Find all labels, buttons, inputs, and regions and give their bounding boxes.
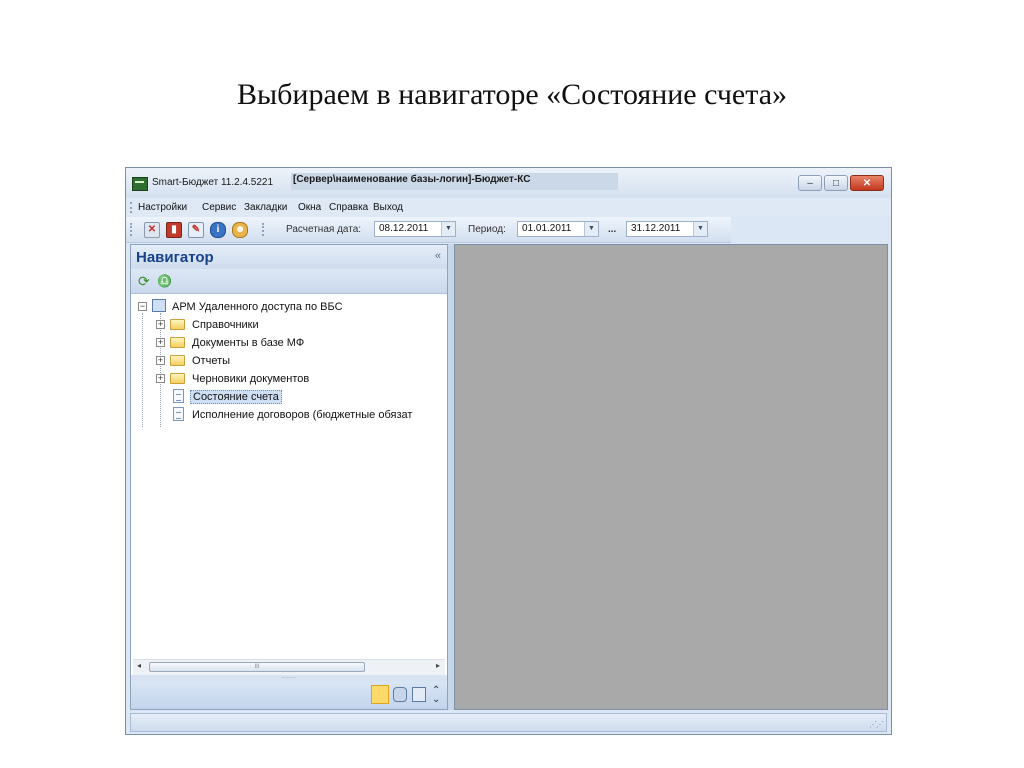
refresh-icon[interactable]: ⟳ [138,274,150,288]
window-title-context: [Сервер\наименование базы-логин]-Бюджет-… [291,173,618,190]
collapse-box-icon[interactable]: − [138,302,147,311]
period-separator: ... [608,224,617,235]
document-icon [173,389,184,403]
close-button[interactable]: ✕ [850,175,884,191]
window-controls: – □ ✕ [796,175,884,191]
menu-grip[interactable] [130,202,134,213]
tree-line [142,313,143,427]
tree-item-directories[interactable]: + Справочники [155,317,435,334]
tree-item-label: Отчеты [192,355,231,367]
chevron-down-icon[interactable]: ▼ [693,222,707,236]
scroll-left-icon[interactable]: ◂ [137,661,141,670]
tree-root[interactable]: − АРМ Удаленного доступа по ВБС [137,299,437,316]
delete-doc-icon[interactable]: ✕ [144,222,160,238]
database-icon[interactable] [393,687,407,702]
status-bar: ⋰⋰ [130,713,887,732]
navigator-tree: − АРМ Удаленного доступа по ВБС + Справо… [131,299,447,659]
maximize-button[interactable]: □ [824,175,848,191]
toolbar-grip[interactable] [130,223,134,236]
menu-exit[interactable]: Выход [373,202,403,213]
menu-bookmarks[interactable]: Закладки [244,202,287,213]
folder-view-icon[interactable] [371,685,389,704]
navigator-header: Навигатор « [131,245,447,269]
navigator-panel: Навигатор « ⟳ ♎ − АРМ Удаленного доступа… [130,244,448,710]
edit-icon[interactable]: ✎ [188,222,204,238]
toolbar-separator [262,223,266,236]
folder-icon [170,355,185,366]
resize-grip-icon[interactable]: ⋰⋰ [869,720,884,729]
chevron-down-icon[interactable]: ▼ [584,222,598,236]
tree-item-label-selected: Состояние счета [190,390,282,404]
tree-item-label: Черновики документов [192,373,310,385]
menu-help[interactable]: Справка [329,202,368,213]
expand-box-icon[interactable]: + [156,320,165,329]
tree-item-label: Справочники [192,319,259,331]
scroll-thumb[interactable]: III [149,662,365,672]
horizontal-scrollbar[interactable]: ◂ III ▸ [133,659,445,675]
navigator-toolbar: ⟳ ♎ [131,269,447,294]
slide-title: Выбираем в навигаторе «Состояние счета» [236,78,788,111]
tree-view-icon[interactable] [412,687,426,702]
menu-service[interactable]: Сервис [202,202,236,213]
window-title: Smart-Бюджет 11.2.4.5221 [152,177,274,188]
workspace-area [454,244,888,710]
menu-settings[interactable]: Настройки [138,202,187,213]
period-from-value: 01.01.2011 [522,223,572,234]
folder-icon [170,319,185,330]
tree-item-account-state[interactable]: Состояние счета [155,389,435,406]
app-logo-icon [132,177,148,191]
expand-box-icon[interactable]: + [156,338,165,347]
expand-box-icon[interactable]: + [156,374,165,383]
calc-date-value: 08.12.2011 [379,223,429,234]
period-from-field[interactable]: 01.01.2011 ▼ [517,221,599,237]
more-chevron-icon[interactable]: ⌃ ⌄ [432,686,440,705]
tree-item-label: Документы в базе МФ [192,337,305,349]
chevron-down-icon[interactable]: ▼ [441,222,455,236]
navigator-bottom-bar: ⌃ ⌄ [131,681,447,709]
scroll-right-icon[interactable]: ▸ [436,661,440,670]
folder-icon [170,373,185,384]
app-window: Smart-Бюджет 11.2.4.5221 [Сервер\наимено… [125,167,892,735]
folder-icon [170,337,185,348]
period-to-field[interactable]: 31.12.2011 ▼ [626,221,708,237]
book-icon[interactable]: ▮ [166,222,182,238]
tree-root-label: АРМ Удаленного доступа по ВБС [172,301,343,313]
tree-item-label: Исполнение договоров (бюджетные обязат [192,409,413,421]
minimize-button[interactable]: – [798,175,822,191]
calc-date-label: Расчетная дата: [286,224,362,235]
tree-item-contracts[interactable]: Исполнение договоров (бюджетные обязат [155,407,445,424]
calc-date-field[interactable]: 08.12.2011 ▼ [374,221,456,237]
collapse-icon[interactable]: « [435,250,441,262]
title-bar[interactable]: Smart-Бюджет 11.2.4.5221 [Сервер\наимено… [126,168,891,198]
main-toolbar: ✕ ▮ ✎ i ☻ Расчетная дата: 08.12.2011 ▼ П… [126,217,731,243]
binoculars-icon[interactable]: ♎ [157,274,172,288]
users-icon[interactable]: ☻ [232,222,248,238]
expand-box-icon[interactable]: + [156,356,165,365]
tree-item-drafts[interactable]: + Черновики документов [155,371,435,388]
tree-item-mf-documents[interactable]: + Документы в базе МФ [155,335,435,352]
period-to-value: 31.12.2011 [631,223,681,234]
tree-item-reports[interactable]: + Отчеты [155,353,435,370]
document-icon [173,407,184,421]
period-label: Период: [468,224,506,235]
computer-icon [152,299,166,312]
info-icon[interactable]: i [210,222,226,238]
menu-bar: Настройки Сервис Закладки Окна Справка В… [126,198,891,217]
navigator-title: Навигатор [136,249,214,266]
menu-windows[interactable]: Окна [298,202,321,213]
